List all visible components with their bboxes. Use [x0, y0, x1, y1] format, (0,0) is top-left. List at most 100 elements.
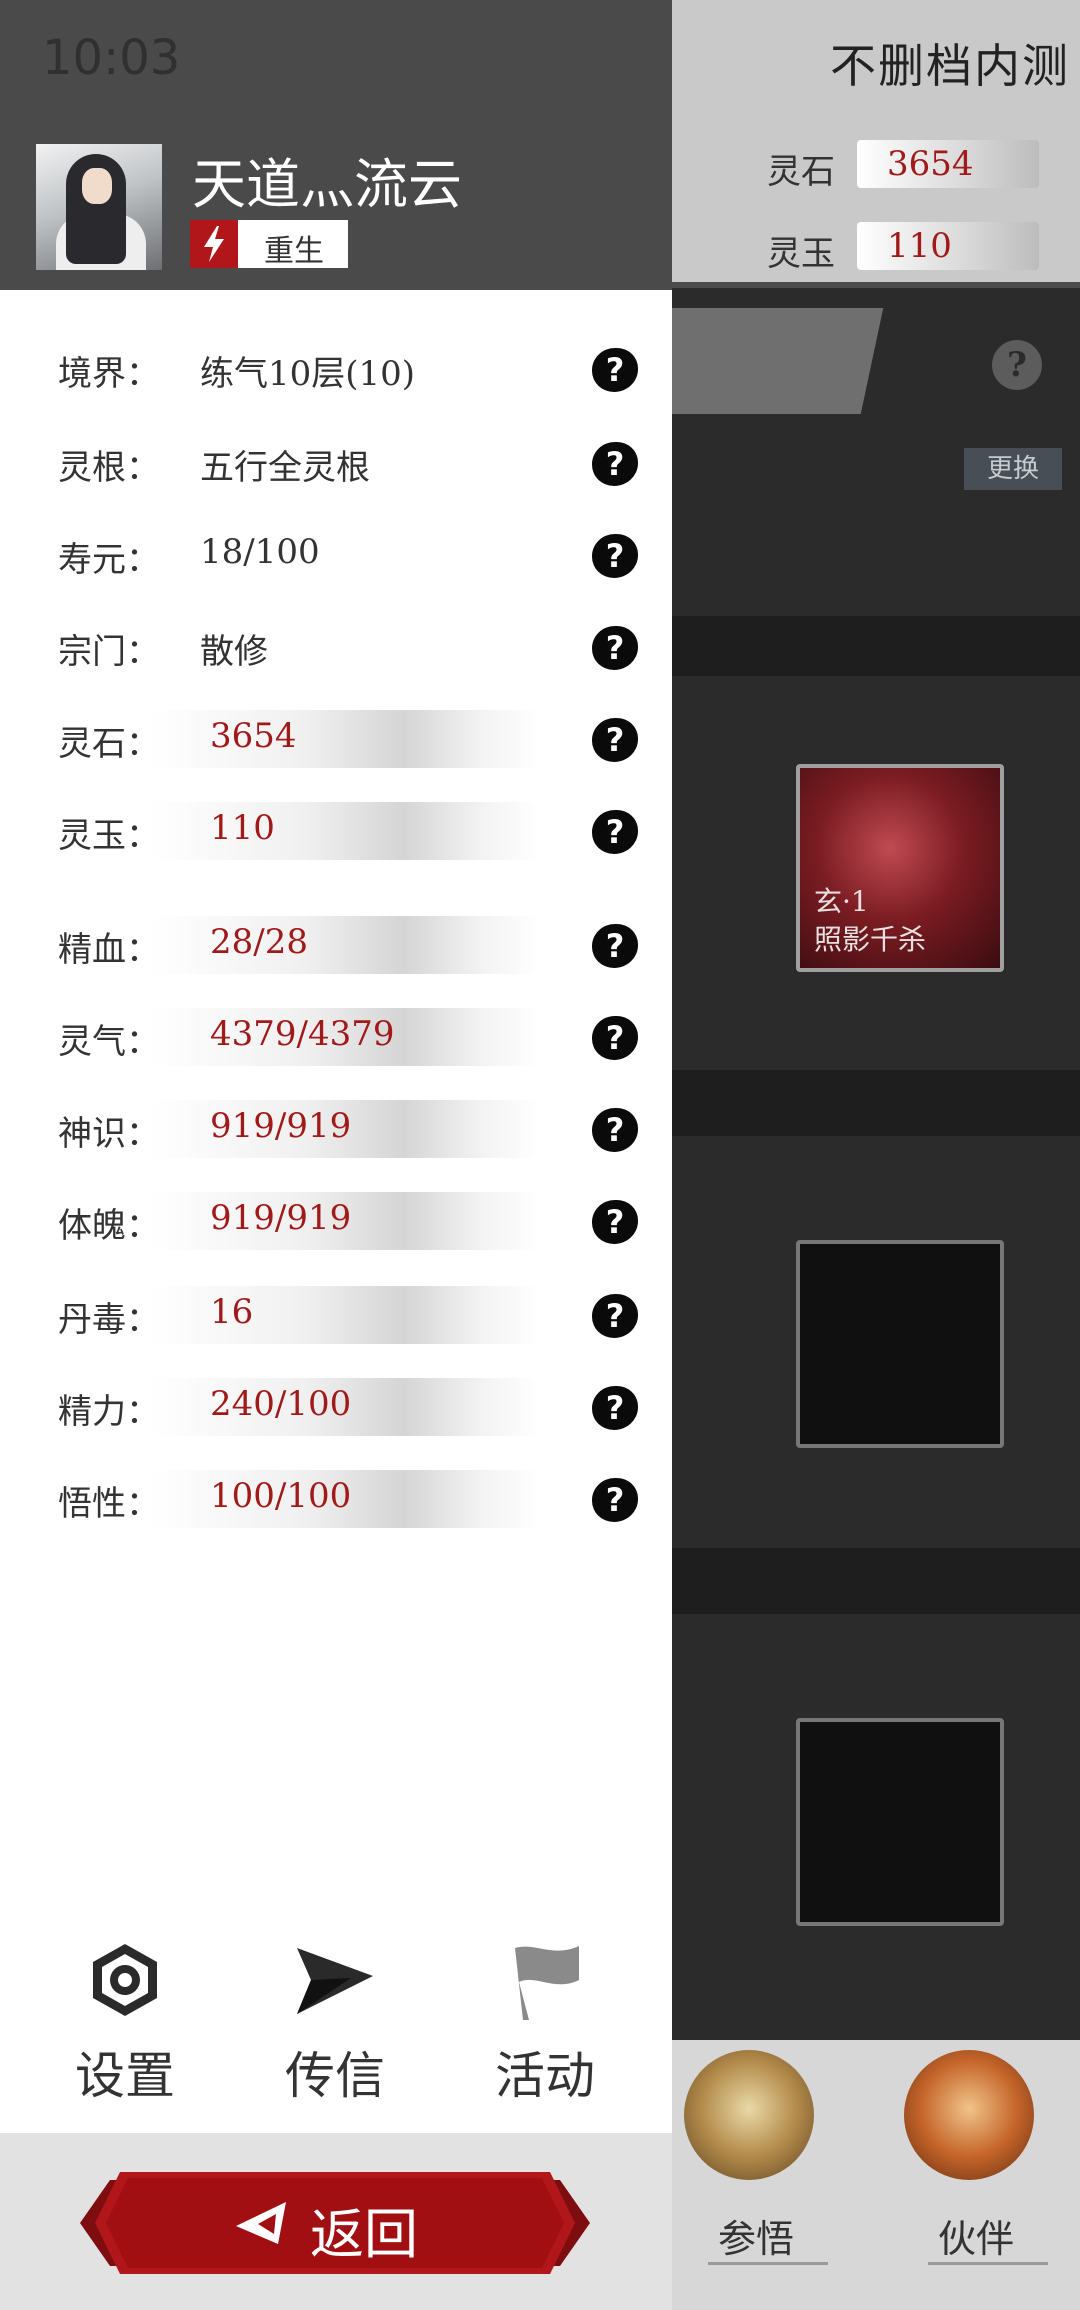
stat-row: 灵气： 4379/4379 ? [0, 1004, 672, 1068]
stat-value: 五行全灵根 [200, 448, 370, 488]
help-icon[interactable]: ? [592, 810, 638, 854]
stat-value: 3654 [210, 716, 297, 756]
help-icon[interactable]: ? [592, 1200, 638, 1244]
help-icon[interactable]: ? [592, 924, 638, 968]
stat-label: 神识： [58, 1114, 160, 1154]
skill-tier: 玄·1 [814, 885, 869, 918]
stat-value: 100/100 [210, 1476, 352, 1516]
divider [928, 2262, 1048, 2265]
resource-label: 灵石 [767, 152, 835, 192]
rebirth-label: 重生 [264, 234, 324, 269]
stat-row: 寿元： 18/100 ? [0, 522, 672, 586]
stat-bar [150, 916, 540, 974]
help-icon[interactable]: ? [592, 1294, 638, 1338]
settings-button[interactable]: 设置 [40, 1940, 210, 2105]
stat-row: 灵根： 五行全灵根 ? [0, 430, 672, 494]
server-title: 不删档内测 [830, 39, 1070, 93]
stat-value: 919/919 [210, 1106, 352, 1146]
back-arrow-icon [236, 2202, 286, 2244]
companion-icon[interactable] [904, 2050, 1034, 2180]
stat-value: 110 [210, 808, 275, 848]
help-icon[interactable]: ? [592, 1016, 638, 1060]
stat-row: 悟性： 100/100 ? [0, 1466, 672, 1530]
nav-label-canwu[interactable]: 参悟 [718, 2208, 794, 2263]
skill-slot[interactable] [796, 1240, 1004, 1448]
section-band [672, 1548, 1080, 1614]
stat-row: 丹毒： 16 ? [0, 1282, 672, 1346]
help-icon[interactable]: ? [592, 442, 638, 486]
character-drawer: 10:03 天道灬流云 重生 境界： 练气10层(10) ? 灵根： 五行全灵根… [0, 0, 672, 2310]
resource-spirit-jade: 灵玉 110 [767, 222, 1067, 274]
activity-label: 活动 [495, 2047, 595, 2105]
stat-label: 灵气： [58, 1022, 160, 1062]
help-icon[interactable]: ? [592, 626, 638, 670]
resource-value: 110 [887, 226, 952, 266]
stat-row: 精血： 28/28 ? [0, 912, 672, 976]
stat-row: 灵石： 3654 ? [0, 706, 672, 770]
stat-label: 灵玉： [58, 816, 160, 856]
stat-value: 练气10层(10) [200, 354, 416, 394]
message-label: 传信 [285, 2047, 385, 2105]
stat-value: 919/919 [210, 1198, 352, 1238]
stat-value: 18/100 [200, 532, 320, 572]
help-icon[interactable]: ? [592, 718, 638, 762]
stat-label: 宗门： [58, 632, 160, 672]
stat-label: 精血： [58, 930, 160, 970]
resource-value: 3654 [887, 144, 974, 184]
skill-slot[interactable]: 玄·1 照影千杀 [796, 764, 1004, 972]
help-icon[interactable]: ? [592, 534, 638, 578]
nav-label-huoban[interactable]: 伙伴 [938, 2208, 1014, 2263]
message-button[interactable]: 传信 [250, 1940, 420, 2105]
stat-row: 精力： 240/100 ? [0, 1374, 672, 1438]
game-background: 不删档内测 灵石 3654 灵玉 110 ? 更换 玄·1 照影千杀 参悟 伙伴 [672, 0, 1080, 2310]
resource-spirit-stone: 灵石 3654 [767, 140, 1067, 192]
stat-value: 散修 [200, 632, 268, 672]
stat-row: 体魄： 919/919 ? [0, 1188, 672, 1252]
stat-label: 境界： [58, 354, 160, 394]
skill-name: 照影千杀 [814, 923, 927, 956]
stat-bar [150, 710, 540, 768]
stat-value: 4379/4379 [210, 1014, 395, 1054]
stat-label: 悟性： [58, 1484, 160, 1524]
stat-label: 丹毒： [58, 1300, 160, 1340]
stat-value: 240/100 [210, 1384, 352, 1424]
stat-bar [150, 1286, 540, 1344]
rebirth-badge[interactable]: 重生 [190, 220, 348, 269]
status-time: 10:03 [42, 30, 181, 86]
back-button[interactable]: 返回 [80, 2168, 590, 2278]
help-icon[interactable]: ? [592, 1108, 638, 1152]
section-band [672, 616, 1080, 676]
divider [708, 2262, 828, 2265]
settings-label: 设置 [75, 2047, 175, 2105]
player-name: 天道灬流云 [192, 153, 462, 216]
stat-row: 神识： 919/919 ? [0, 1096, 672, 1160]
resource-label: 灵玉 [767, 234, 835, 274]
stat-label: 体魄： [58, 1206, 160, 1246]
change-button[interactable]: 更换 [964, 448, 1062, 490]
scroll-icon[interactable] [684, 2050, 814, 2180]
stat-value: 16 [210, 1292, 254, 1332]
stat-row: 境界： 练气10层(10) ? [0, 336, 672, 400]
section-band [672, 1070, 1080, 1136]
stat-bar [150, 802, 540, 860]
help-icon[interactable]: ? [592, 348, 638, 392]
skill-slot[interactable] [796, 1718, 1004, 1926]
send-icon [297, 1948, 373, 2014]
back-label: 返回 [310, 2203, 418, 2266]
help-icon[interactable]: ? [992, 340, 1042, 390]
help-icon[interactable]: ? [592, 1478, 638, 1522]
help-icon[interactable]: ? [592, 1386, 638, 1430]
stat-label: 寿元： [58, 540, 160, 580]
profile-header: 10:03 天道灬流云 重生 [0, 0, 672, 290]
avatar[interactable] [36, 144, 162, 270]
stat-label: 灵石： [58, 724, 160, 764]
tab-banner[interactable] [672, 308, 884, 414]
settings-icon [93, 1944, 157, 2016]
stat-row: 宗门： 散修 ? [0, 614, 672, 678]
stat-row: 灵玉： 110 ? [0, 798, 672, 862]
activity-button[interactable]: 活动 [460, 1940, 630, 2105]
flag-icon [515, 1946, 579, 2020]
stat-value: 28/28 [210, 922, 308, 962]
lightning-icon [190, 220, 238, 268]
stat-label: 精力： [58, 1392, 160, 1432]
